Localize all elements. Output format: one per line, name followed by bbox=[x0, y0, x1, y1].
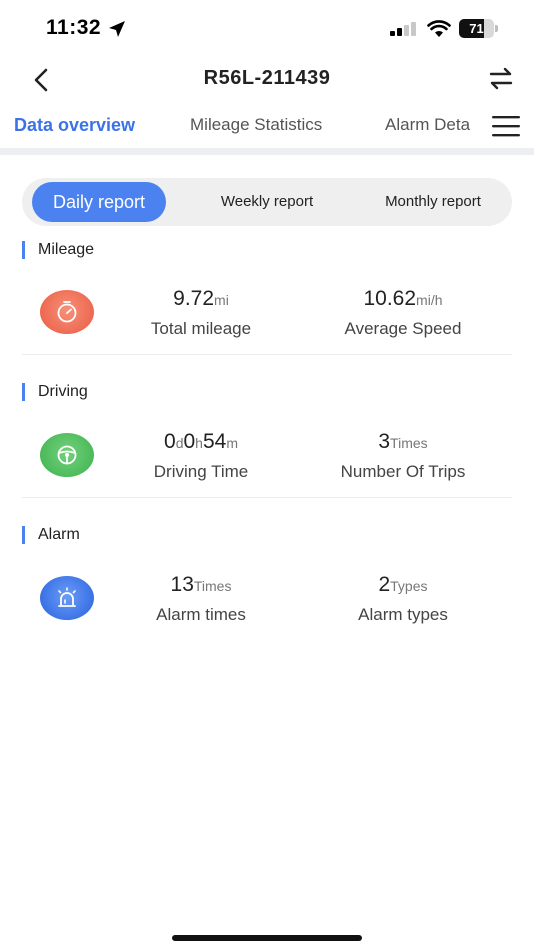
monthly-report-button[interactable]: Monthly report bbox=[358, 182, 508, 222]
section-divider bbox=[22, 354, 512, 355]
driving-time-stat: 0d0h54m Driving Time bbox=[101, 429, 301, 482]
swap-arrows-icon[interactable] bbox=[486, 66, 516, 92]
section-title-driving: Driving bbox=[22, 383, 88, 401]
hamburger-menu-icon[interactable] bbox=[490, 114, 522, 138]
total-mileage-stat: 9.72mi Total mileage bbox=[101, 286, 301, 339]
report-segment-control: Daily report Weekly report Monthly repor… bbox=[22, 178, 512, 226]
section-title-mileage: Mileage bbox=[22, 241, 94, 259]
alarm-types-stat: 2Types Alarm types bbox=[303, 572, 503, 625]
driving-time-label: Driving Time bbox=[153, 462, 249, 481]
nav-bar: R56L-211439 bbox=[0, 58, 534, 100]
alarm-times-label: Alarm times bbox=[156, 605, 246, 624]
number-of-trips-label: Number Of Trips bbox=[340, 462, 466, 481]
tab-alarm-details[interactable]: Alarm Deta bbox=[385, 115, 470, 135]
cellular-signal-icon bbox=[390, 22, 416, 36]
wifi-icon bbox=[427, 20, 451, 37]
alarm-times-value: 13Times bbox=[170, 573, 232, 596]
page-title: R56L-211439 bbox=[203, 67, 331, 89]
number-of-trips-stat: 3Times Number Of Trips bbox=[303, 429, 503, 482]
tab-bar: Data overview Mileage Statistics Alarm D… bbox=[0, 106, 534, 148]
weekly-report-button[interactable]: Weekly report bbox=[192, 182, 342, 222]
siren-icon bbox=[40, 576, 94, 620]
total-mileage-value: 9.72mi bbox=[173, 287, 229, 310]
number-of-trips-value: 3Times bbox=[378, 430, 428, 453]
tab-data-overview[interactable]: Data overview bbox=[14, 115, 135, 136]
average-speed-label: Average Speed bbox=[344, 319, 462, 338]
daily-report-button[interactable]: Daily report bbox=[32, 182, 166, 222]
section-divider bbox=[22, 497, 512, 498]
alarm-times-stat: 13Times Alarm times bbox=[101, 572, 301, 625]
status-time: 11:32 bbox=[46, 16, 102, 39]
average-speed-value: 10.62mi/h bbox=[363, 287, 443, 310]
total-mileage-label: Total mileage bbox=[150, 319, 252, 338]
steering-wheel-icon bbox=[40, 433, 94, 477]
location-arrow-icon bbox=[109, 21, 125, 37]
tab-mileage-statistics[interactable]: Mileage Statistics bbox=[190, 115, 322, 135]
alarm-types-label: Alarm types bbox=[358, 605, 448, 624]
gauge-icon bbox=[40, 290, 94, 334]
battery-level: 71 bbox=[469, 21, 484, 36]
battery-icon: 71 bbox=[459, 19, 498, 38]
section-title-alarm: Alarm bbox=[22, 526, 80, 544]
tab-divider bbox=[0, 148, 534, 155]
home-indicator bbox=[172, 935, 362, 941]
alarm-types-value: 2Types bbox=[378, 573, 428, 596]
status-bar: 11:32 71 bbox=[0, 0, 534, 58]
average-speed-stat: 10.62mi/h Average Speed bbox=[303, 286, 503, 339]
driving-time-value: 0d0h54m bbox=[164, 430, 238, 453]
